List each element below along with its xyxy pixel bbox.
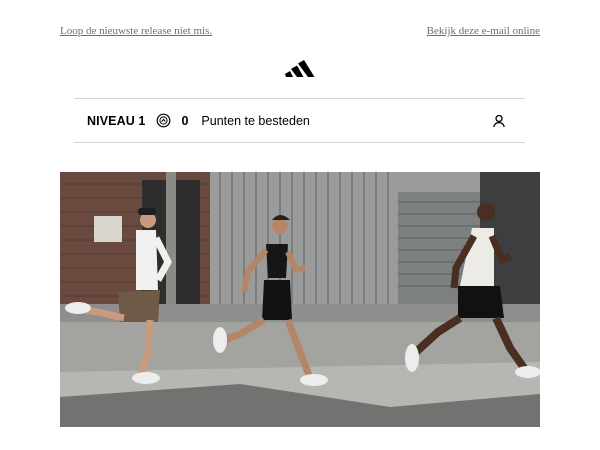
loyalty-level: NIVEAU 1 [87,113,146,128]
user-icon[interactable] [492,114,506,128]
preheader: Loop de nieuwste release niet mis. Bekij… [60,24,540,38]
divider-bottom [74,142,525,143]
preheader-release-link[interactable]: Loop de nieuwste release niet mis. [60,25,212,37]
loyalty-bar: NIVEAU 1 0 Punten te besteden [74,99,525,142]
view-online-link[interactable]: Bekijk deze e-mail online [427,25,540,37]
adidas-logo-icon[interactable] [285,60,315,78]
points-label: Punten te besteden [201,113,310,128]
points-count: 0 [181,113,189,128]
hero-runners-image[interactable] [60,172,540,427]
points-coin-icon [156,113,171,128]
